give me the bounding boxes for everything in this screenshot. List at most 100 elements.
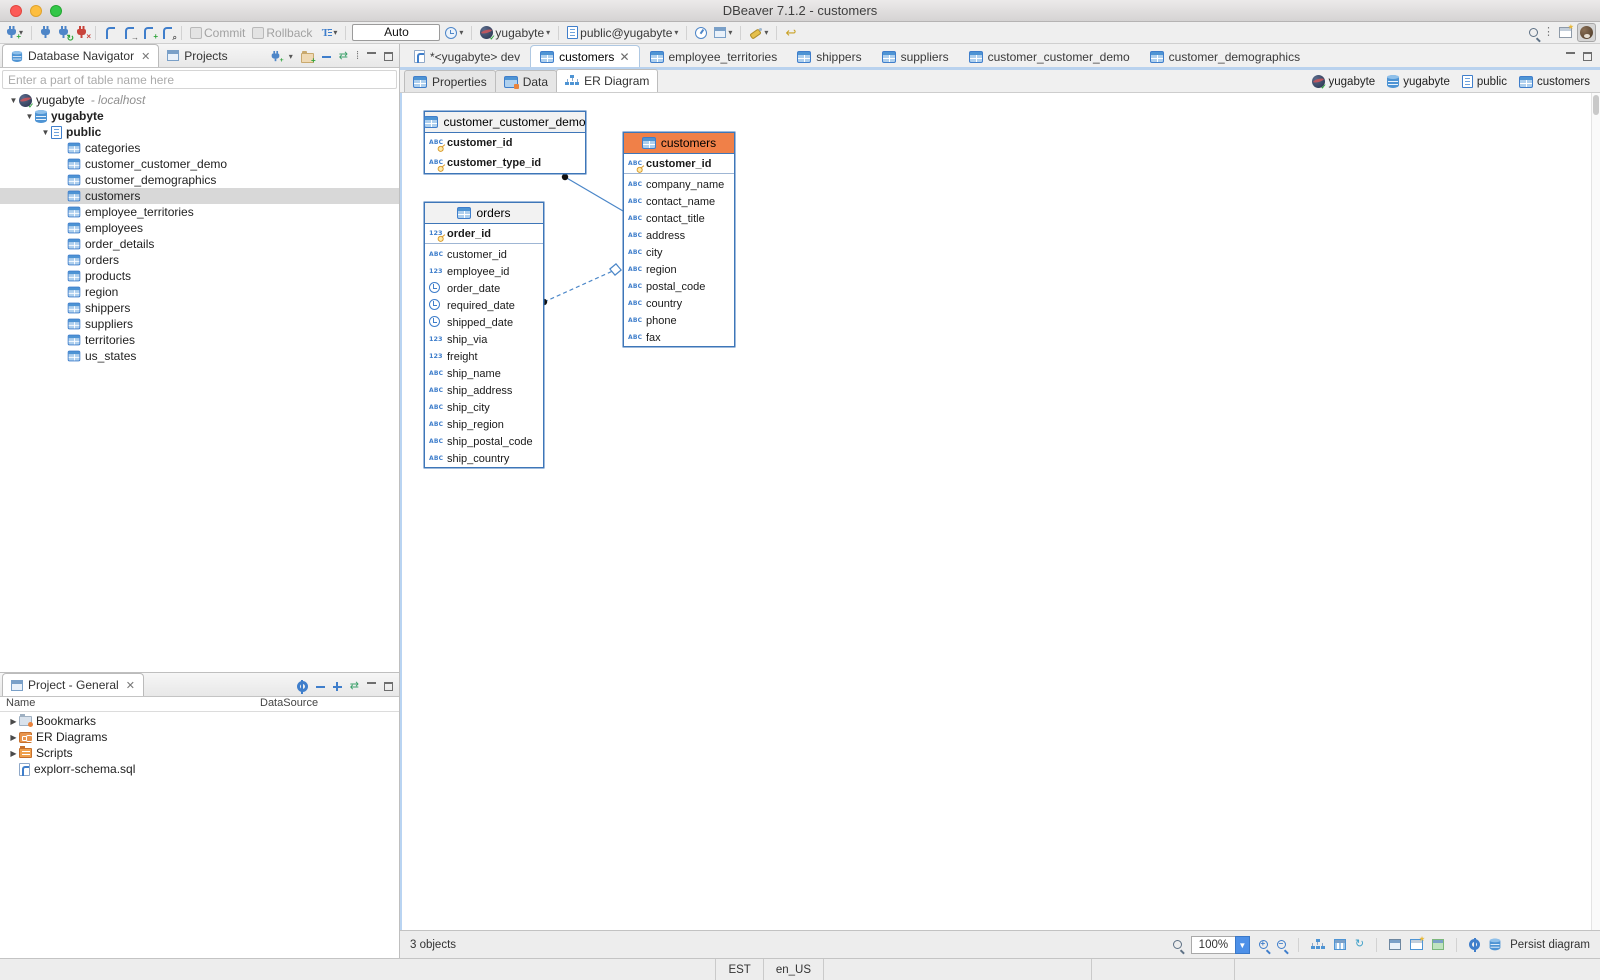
entity-column-row[interactable]: customer_id [624, 154, 734, 174]
editor-subtab[interactable]: Data [495, 70, 557, 92]
entity-column-row[interactable]: ship_address [425, 382, 543, 399]
expander-icon[interactable]: ▶ [8, 717, 19, 726]
expander-icon[interactable]: ▼ [40, 128, 51, 137]
search-button[interactable] [1527, 27, 1540, 38]
column-datasource-header[interactable]: DataSource [260, 697, 399, 711]
entity-column-row[interactable]: contact_title [624, 210, 734, 227]
status-locale[interactable]: en_US [764, 959, 824, 980]
tree-item-table[interactable]: employee_territories [0, 204, 399, 220]
minimize-panel-icon[interactable] [367, 52, 376, 61]
entity-column-row[interactable]: company_name [624, 176, 734, 193]
toggle-grid-icon[interactable] [1334, 939, 1346, 950]
tree-item-connection[interactable]: ▼ yugabyte - localhost [0, 92, 399, 108]
transaction-mode-button[interactable]: T▾ [317, 26, 339, 40]
breadcrumb-item[interactable]: yugabyte [1387, 75, 1450, 88]
tree-item-table[interactable]: categories [0, 140, 399, 156]
editor-tab[interactable]: customer_demographics ✕ [1140, 45, 1310, 67]
project-tree-item[interactable]: ▶ ER Diagrams [0, 729, 399, 745]
entity-column-row[interactable]: ship_via [425, 331, 543, 348]
collapse-all-icon[interactable] [322, 56, 331, 58]
tree-item-table[interactable]: order_details [0, 236, 399, 252]
entity-orders[interactable]: orders order_id customer_id [424, 202, 544, 468]
tab-project-general[interactable]: Project - General ✕ [2, 673, 144, 696]
entity-column-row[interactable]: order_id [425, 224, 543, 244]
new-connection-button[interactable]: +▾ [4, 25, 25, 40]
editor-tab[interactable]: shippers ✕ [787, 45, 871, 67]
column-name-header[interactable]: Name [0, 697, 260, 711]
link-editor-icon[interactable]: ⇄ [350, 681, 359, 692]
entity-column-row[interactable]: postal_code [624, 278, 734, 295]
breadcrumb-item[interactable]: public [1462, 75, 1507, 88]
collapse-all-icon[interactable] [316, 686, 325, 688]
print-diagram-icon[interactable] [1389, 939, 1401, 950]
tree-item-table[interactable]: employees [0, 220, 399, 236]
entity-column-row[interactable]: ship_country [425, 450, 543, 467]
active-connection-selector[interactable]: yugabyte▾ [478, 25, 552, 41]
entity-column-row[interactable]: shipped_date [425, 314, 543, 331]
disconnect-button[interactable]: × [74, 25, 89, 40]
expand-all-icon[interactable] [333, 682, 342, 691]
gear-icon[interactable] [297, 681, 308, 692]
tree-item-table[interactable]: region [0, 284, 399, 300]
entity-column-row[interactable]: address [624, 227, 734, 244]
entity-column-row[interactable]: country [624, 295, 734, 312]
editor-tab[interactable]: customer_customer_demo ✕ [959, 45, 1140, 67]
tree-item-table[interactable]: territories [0, 332, 399, 348]
open-sql-console-button[interactable]: ⌕ [159, 25, 175, 40]
table-filter-input[interactable] [2, 70, 397, 89]
maximize-panel-icon[interactable] [384, 52, 393, 61]
minimize-editor-icon[interactable] [1566, 52, 1575, 61]
status-timezone[interactable]: EST [716, 959, 763, 980]
entity-column-row[interactable]: fax [624, 329, 734, 346]
search-items-icon[interactable] [1173, 940, 1182, 949]
zoom-out-icon[interactable]: − [1277, 940, 1286, 949]
entity-header[interactable]: orders [425, 203, 543, 224]
entity-header[interactable]: customers [624, 133, 734, 154]
tree-item-table[interactable]: customer_demographics [0, 172, 399, 188]
chevron-down-icon[interactable]: ▾ [289, 52, 293, 61]
entity-column-row[interactable]: phone [624, 312, 734, 329]
entity-header[interactable]: customer_customer_demo [425, 112, 585, 133]
scrollbar-thumb[interactable] [1593, 95, 1599, 115]
project-tree-item[interactable]: ▶ Bookmarks [0, 713, 399, 729]
maximize-editor-icon[interactable] [1583, 52, 1592, 61]
entity-column-row[interactable]: customer_id [425, 133, 585, 153]
tree-item-table[interactable]: products [0, 268, 399, 284]
entity-column-row[interactable]: employee_id [425, 263, 543, 280]
zoom-value[interactable]: 100% [1191, 936, 1235, 954]
entity-column-row[interactable]: customer_type_id [425, 153, 585, 173]
reconnect-button[interactable]: ↻ [56, 25, 71, 40]
zoom-combo[interactable]: 100% ▼ [1191, 936, 1250, 954]
entity-column-row[interactable]: ship_postal_code [425, 433, 543, 450]
close-tab-icon[interactable]: ✕ [141, 50, 150, 63]
diagram-settings-icon[interactable] [1469, 939, 1480, 950]
entity-column-row[interactable]: ship_name [425, 365, 543, 382]
entity-column-row[interactable]: customer_id [425, 246, 543, 263]
breadcrumb-item[interactable]: yugabyte [1312, 75, 1376, 88]
sql-editor-button[interactable] [102, 25, 118, 40]
editor-tab[interactable]: *<yugabyte> dev ✕ [404, 45, 530, 67]
transaction-log-button[interactable]: ▾ [443, 26, 465, 40]
editor-tab[interactable]: suppliers ✕ [872, 45, 959, 67]
zoom-in-icon[interactable]: + [1259, 940, 1268, 949]
entity-column-row[interactable]: region [624, 261, 734, 278]
editor-tab[interactable]: customers ✕ [530, 45, 639, 67]
maximize-panel-icon[interactable] [384, 682, 393, 691]
link-editor-icon[interactable]: ⇄ [339, 51, 348, 62]
tab-projects[interactable]: Projects [159, 44, 235, 67]
new-sql-editor-button[interactable]: + [140, 25, 156, 40]
close-tab-icon[interactable]: ✕ [126, 679, 135, 692]
recent-sql-editor-button[interactable]: → [121, 25, 137, 40]
entity-customer-customer-demo[interactable]: customer_customer_demo customer_id custo… [424, 111, 586, 174]
view-menu-icon[interactable]: ⁞ [356, 51, 359, 62]
entity-column-row[interactable]: required_date [425, 297, 543, 314]
project-tree-item[interactable]: explorr-schema.sql [0, 761, 399, 777]
editor-tab[interactable]: employee_territories ✕ [640, 45, 788, 67]
entity-customers[interactable]: customers customer_id company_name [623, 132, 735, 347]
relationship-orders-customers[interactable] [544, 270, 615, 302]
commit-mode-combo[interactable]: Auto [352, 24, 440, 41]
entity-column-row[interactable]: city [624, 244, 734, 261]
rollback-button[interactable]: Rollback [250, 25, 314, 41]
vertical-scrollbar[interactable] [1591, 93, 1600, 930]
refresh-diagram-icon[interactable]: ↻ [1355, 939, 1364, 950]
